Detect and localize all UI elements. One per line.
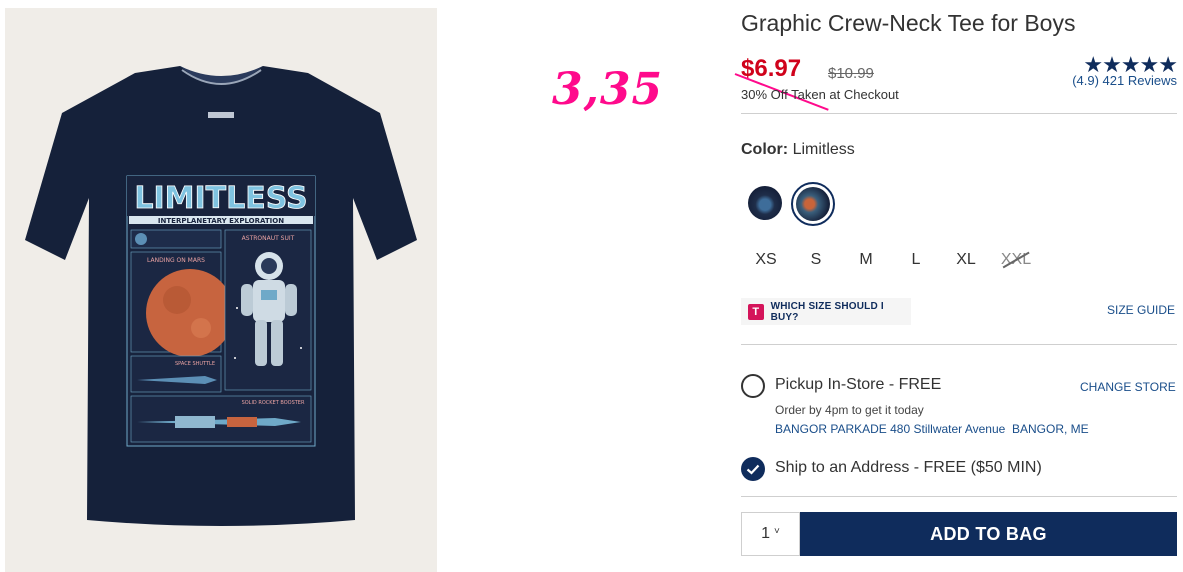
tshirt-graphic: LIMITLESS INTERPLANETARY EXPLORATION LAN… xyxy=(5,8,437,572)
color-swatch-navy[interactable] xyxy=(748,186,782,220)
graphic-subhead: INTERPLANETARY EXPLORATION xyxy=(158,217,284,225)
handwritten-price-note: 3,35 xyxy=(552,64,664,115)
graphic-label-booster: SOLID ROCKET BOOSTER xyxy=(242,400,305,406)
pickup-title[interactable]: Pickup In-Store - FREE xyxy=(775,376,941,394)
color-label-key: Color: xyxy=(741,141,789,158)
color-swatch-limitless[interactable] xyxy=(796,187,830,221)
product-title: Graphic Crew-Neck Tee for Boys xyxy=(741,10,1076,36)
pickup-cutoff-note: Order by 4pm to get it today xyxy=(775,403,924,417)
ship-radio[interactable] xyxy=(741,457,765,481)
add-to-bag-button[interactable]: ADD TO BAG xyxy=(800,512,1177,556)
size-option-s[interactable]: S xyxy=(791,248,841,272)
graphic-label-astronaut: ASTRONAUT SUIT xyxy=(242,235,295,242)
divider xyxy=(741,496,1177,497)
size-option-xxl: XXL xyxy=(991,248,1041,272)
size-option-m[interactable]: M xyxy=(841,248,891,272)
rating-block[interactable]: ★★★★★ (4.9) 421 Reviews xyxy=(1055,54,1178,89)
quantity-value: 1 xyxy=(761,525,771,542)
ship-title[interactable]: Ship to an Address - FREE ($50 MIN) xyxy=(775,459,1042,477)
original-price: $10.99 xyxy=(828,65,874,82)
discount-note: 30% Off Taken at Checkout xyxy=(741,87,899,102)
size-option-xl[interactable]: XL xyxy=(941,248,991,272)
change-store-link[interactable]: CHANGE STORE xyxy=(1080,380,1176,394)
checkmark-icon xyxy=(746,464,760,475)
size-option-xs[interactable]: XS xyxy=(741,248,791,272)
pickup-radio[interactable] xyxy=(741,374,765,398)
product-image[interactable]: LIMITLESS INTERPLANETARY EXPLORATION LAN… xyxy=(5,8,437,572)
size-selector: XS S M L XL XXL xyxy=(741,248,1041,272)
color-label: Color: Limitless xyxy=(741,141,855,159)
size-help-button[interactable]: T WHICH SIZE SHOULD I BUY? xyxy=(741,298,911,325)
color-value: Limitless xyxy=(792,141,855,158)
quantity-select[interactable]: 1 ˅ xyxy=(741,512,800,556)
size-help-label: WHICH SIZE SHOULD I BUY? xyxy=(770,300,884,323)
divider xyxy=(741,113,1177,114)
graphic-label-mars: LANDING ON MARS xyxy=(147,257,205,264)
graphic-headline: LIMITLESS xyxy=(134,181,307,216)
size-option-l[interactable]: L xyxy=(891,248,941,272)
reviews-link[interactable]: (4.9) 421 Reviews xyxy=(1055,73,1177,88)
divider xyxy=(741,344,1177,345)
true-fit-icon: T xyxy=(748,303,764,320)
chevron-down-icon: ˅ xyxy=(774,525,780,537)
graphic-label-shuttle: SPACE SHUTTLE xyxy=(175,361,215,367)
size-guide-link[interactable]: SIZE GUIDE xyxy=(1107,303,1175,317)
store-address-link[interactable]: BANGOR PARKADE 480 Stillwater Avenue BAN… xyxy=(775,422,1089,436)
